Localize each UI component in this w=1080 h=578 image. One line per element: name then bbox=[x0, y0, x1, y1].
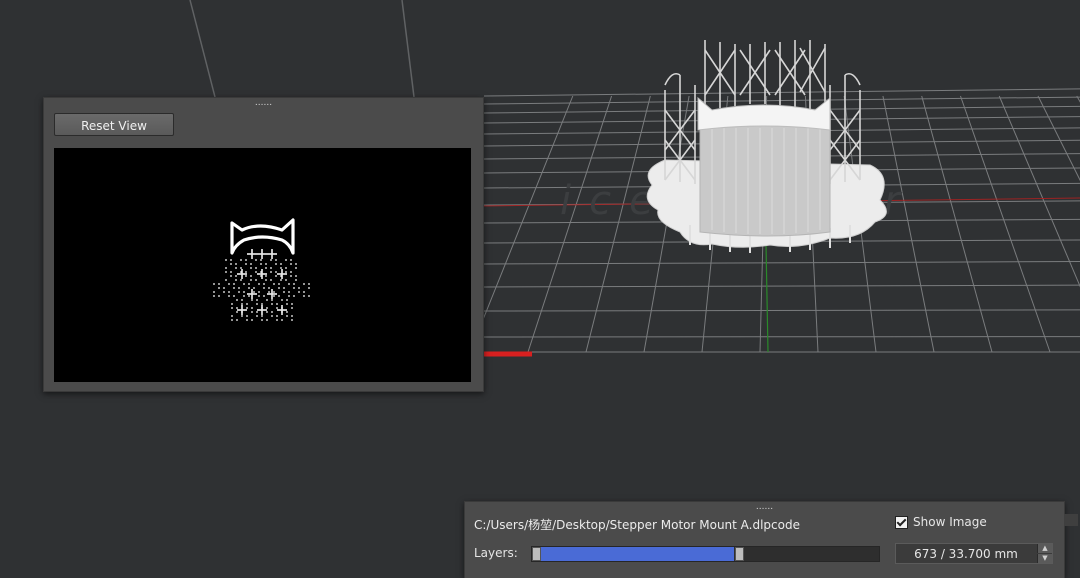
checkbox-checked-icon[interactable] bbox=[895, 516, 908, 529]
file-path-label: C:/Users/杨堃/Desktop/Stepper Motor Mount … bbox=[474, 516, 800, 533]
layer-spinbox[interactable]: 673 / 33.700 mm ▲ ▼ bbox=[895, 543, 1053, 564]
show-image-label: Show Image bbox=[913, 515, 987, 529]
layer-slider[interactable] bbox=[531, 546, 880, 562]
layers-label: Layers: bbox=[474, 546, 518, 560]
panel-drag-handle[interactable]: ...... bbox=[255, 99, 272, 107]
slice-preview-panel: ...... Reset View bbox=[43, 97, 484, 392]
panel-drag-handle[interactable]: ...... bbox=[756, 503, 773, 511]
file-layer-panel: ...... C:/Users/杨堃/Desktop/Stepper Motor… bbox=[464, 501, 1065, 578]
layer-slider-fill bbox=[540, 547, 734, 561]
show-image-checkbox[interactable]: Show Image bbox=[895, 515, 987, 529]
spin-down-icon[interactable]: ▼ bbox=[1037, 554, 1052, 563]
reset-view-button[interactable]: Reset View bbox=[54, 113, 174, 136]
slice-preview-image[interactable] bbox=[54, 148, 471, 382]
layer-slider-end-handle[interactable] bbox=[735, 547, 744, 561]
layer-value[interactable]: 673 / 33.700 mm bbox=[896, 547, 1036, 561]
spin-up-icon[interactable]: ▲ bbox=[1037, 544, 1052, 553]
layer-slider-start-handle[interactable] bbox=[532, 547, 541, 561]
scrollbar[interactable] bbox=[1064, 514, 1078, 526]
